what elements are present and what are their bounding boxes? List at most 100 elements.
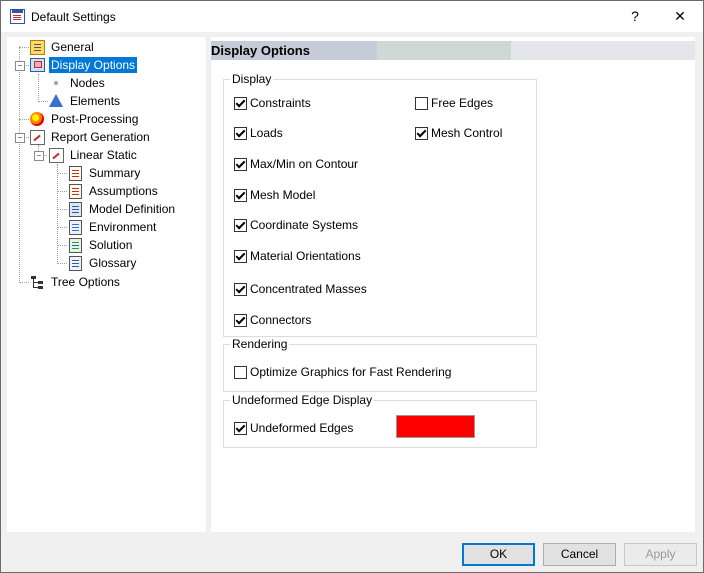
checkbox-label: Constraints bbox=[250, 96, 311, 110]
tree-item-label: Assumptions bbox=[89, 184, 158, 198]
tree-item-solution[interactable]: Solution bbox=[67, 236, 134, 254]
settings-dialog: Default Settings ? ✕ − − − General Displ… bbox=[0, 0, 704, 573]
collapse-display-options-icon[interactable]: − bbox=[15, 61, 25, 71]
display-group: Display Constraints Loads Max/Min on Con… bbox=[223, 72, 537, 337]
checkbox-box[interactable] bbox=[234, 282, 247, 296]
tree-item-linear-static[interactable]: Linear Static bbox=[48, 146, 139, 164]
tree-item-label: Linear Static bbox=[70, 148, 137, 162]
apply-button[interactable]: Apply bbox=[624, 543, 697, 566]
display-group-title: Display bbox=[230, 72, 274, 86]
tree-item-label: Glossary bbox=[89, 256, 137, 270]
settings-tree[interactable]: − − − General Display Options Nodes Elem… bbox=[7, 37, 206, 532]
options-panel: Display Options Display Constraints Load… bbox=[211, 37, 695, 532]
loads-checkbox[interactable]: Loads bbox=[234, 126, 283, 140]
general-icon bbox=[29, 39, 45, 55]
coordinate-systems-checkbox[interactable]: Coordinate Systems bbox=[234, 218, 358, 232]
tree-item-elements[interactable]: Elements bbox=[48, 92, 122, 110]
tree-item-label: Elements bbox=[70, 94, 121, 108]
tree-item-nodes[interactable]: Nodes bbox=[48, 74, 107, 92]
max-min-contour-checkbox[interactable]: Max/Min on Contour bbox=[234, 157, 358, 171]
tree-item-label: Environment bbox=[89, 220, 157, 234]
checkbox-box[interactable] bbox=[234, 365, 247, 379]
tree-item-post-processing[interactable]: Post-Processing bbox=[29, 110, 140, 128]
checkbox-box[interactable] bbox=[234, 96, 247, 110]
checkbox-box[interactable] bbox=[234, 313, 247, 327]
collapse-report-generation-icon[interactable]: − bbox=[15, 133, 25, 143]
title-bar[interactable]: Default Settings ? ✕ bbox=[1, 1, 703, 32]
checkbox-label: Loads bbox=[250, 126, 283, 140]
tree-item-label: Model Definition bbox=[89, 202, 176, 216]
tree-item-assumptions[interactable]: Assumptions bbox=[67, 182, 160, 200]
concentrated-masses-checkbox[interactable]: Concentrated Masses bbox=[234, 282, 367, 296]
tree-item-display-options[interactable]: Display Options bbox=[29, 56, 138, 74]
checkbox-label: Max/Min on Contour bbox=[250, 157, 359, 171]
checkbox-box[interactable] bbox=[234, 126, 247, 140]
checkbox-box[interactable] bbox=[234, 421, 247, 435]
tree-item-report-generation[interactable]: Report Generation bbox=[29, 128, 152, 146]
solution-doc-icon bbox=[67, 237, 83, 253]
checkbox-label: Concentrated Masses bbox=[250, 282, 367, 296]
tree-item-label: Nodes bbox=[70, 76, 105, 90]
tree-item-model-definition[interactable]: Model Definition bbox=[67, 200, 177, 218]
undeformed-edge-group: Undeformed Edge Display Undeformed Edges bbox=[223, 393, 537, 448]
panel-header-title: Display Options bbox=[211, 43, 310, 58]
mesh-model-checkbox[interactable]: Mesh Model bbox=[234, 188, 315, 202]
tree-item-summary[interactable]: Summary bbox=[67, 164, 142, 182]
checkbox-box[interactable] bbox=[415, 96, 428, 110]
display-options-icon bbox=[29, 57, 45, 73]
tree-item-label: Summary bbox=[89, 166, 141, 180]
node-dot-icon bbox=[48, 75, 64, 91]
tree-item-label: Tree Options bbox=[51, 275, 120, 289]
checkbox-label: Coordinate Systems bbox=[250, 218, 359, 232]
linear-static-chart-icon bbox=[48, 147, 64, 163]
undeformed-edges-checkbox[interactable]: Undeformed Edges bbox=[234, 421, 353, 435]
checkbox-label: Optimize Graphics for Fast Rendering bbox=[250, 365, 452, 379]
material-orientations-checkbox[interactable]: Material Orientations bbox=[234, 249, 361, 263]
contour-ball-icon bbox=[29, 111, 45, 127]
tree-item-label: Solution bbox=[89, 238, 133, 252]
report-icon bbox=[29, 129, 45, 145]
mesh-control-checkbox[interactable]: Mesh Control bbox=[415, 126, 502, 140]
tree-item-tree-options[interactable]: Tree Options bbox=[29, 273, 122, 291]
checkbox-box[interactable] bbox=[234, 188, 247, 202]
tree-item-glossary[interactable]: Glossary bbox=[67, 254, 138, 272]
tree-item-label: Display Options bbox=[49, 57, 138, 73]
checkbox-box[interactable] bbox=[234, 249, 247, 263]
checkbox-label: Mesh Control bbox=[431, 126, 503, 140]
window-title: Default Settings bbox=[31, 10, 116, 24]
tree-item-environment[interactable]: Environment bbox=[67, 218, 158, 236]
checkbox-box[interactable] bbox=[415, 126, 428, 140]
close-button[interactable]: ✕ bbox=[665, 5, 695, 27]
summary-doc-icon bbox=[67, 165, 83, 181]
model-definition-doc-icon bbox=[67, 201, 83, 217]
tree-item-label: Report Generation bbox=[51, 130, 150, 144]
tree-structure-icon bbox=[29, 274, 45, 290]
free-edges-checkbox[interactable]: Free Edges bbox=[415, 96, 493, 110]
rendering-group: Rendering Optimize Graphics for Fast Ren… bbox=[223, 337, 537, 392]
checkbox-box[interactable] bbox=[234, 157, 247, 171]
checkbox-label: Connectors bbox=[250, 313, 312, 327]
checkbox-label: Free Edges bbox=[431, 96, 494, 110]
help-button[interactable]: ? bbox=[620, 5, 650, 27]
collapse-linear-static-icon[interactable]: − bbox=[34, 151, 44, 161]
app-icon bbox=[10, 9, 25, 24]
assumptions-doc-icon bbox=[67, 183, 83, 199]
checkbox-label: Undeformed Edges bbox=[250, 421, 354, 435]
checkbox-label: Mesh Model bbox=[250, 188, 316, 202]
connectors-checkbox[interactable]: Connectors bbox=[234, 313, 311, 327]
environment-doc-icon bbox=[67, 219, 83, 235]
checkbox-label: Material Orientations bbox=[250, 249, 361, 263]
glossary-doc-icon bbox=[67, 255, 83, 271]
cancel-button[interactable]: Cancel bbox=[543, 543, 616, 566]
checkbox-box[interactable] bbox=[234, 218, 247, 232]
tree-item-label: General bbox=[51, 40, 94, 54]
panel-header: Display Options bbox=[211, 41, 695, 60]
rendering-group-title: Rendering bbox=[230, 337, 290, 351]
ok-button[interactable]: OK bbox=[462, 543, 535, 566]
tree-item-general[interactable]: General bbox=[29, 38, 96, 56]
constraints-checkbox[interactable]: Constraints bbox=[234, 96, 311, 110]
optimize-graphics-checkbox[interactable]: Optimize Graphics for Fast Rendering bbox=[234, 365, 451, 379]
undeformed-edge-group-title: Undeformed Edge Display bbox=[230, 393, 375, 407]
tree-item-label: Post-Processing bbox=[51, 112, 139, 126]
edge-color-swatch[interactable] bbox=[396, 415, 475, 438]
